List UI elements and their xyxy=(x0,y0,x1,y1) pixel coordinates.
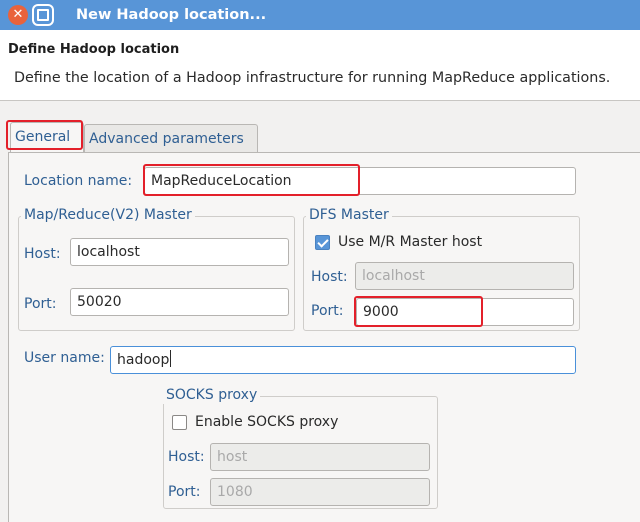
highlight-box-location-name xyxy=(143,164,360,196)
socks-proxy-title: SOCKS proxy xyxy=(163,386,261,404)
dfs-host-input[interactable]: localhost xyxy=(355,262,574,290)
socks-port-input[interactable]: 1080 xyxy=(210,478,430,506)
use-mr-host-label[interactable]: Use M/R Master host xyxy=(338,233,482,251)
page-description: Define the location of a Hadoop infrastr… xyxy=(14,70,611,86)
tab-advanced-label: Advanced parameters xyxy=(89,131,244,147)
close-icon[interactable]: ✕ xyxy=(8,5,28,25)
minimize-icon[interactable] xyxy=(34,6,52,24)
page-title: Define Hadoop location xyxy=(8,42,180,57)
mr-host-label: Host: xyxy=(24,246,61,262)
user-name-label: User name: xyxy=(24,350,105,366)
mr-host-input[interactable]: localhost xyxy=(70,238,289,266)
socks-host-input[interactable]: host xyxy=(210,443,430,471)
user-name-value: hadoop xyxy=(117,352,170,368)
location-name-label: Location name: xyxy=(24,173,133,189)
text-caret xyxy=(170,350,172,367)
dfs-port-label: Port: xyxy=(311,303,344,319)
enable-socks-checkbox[interactable] xyxy=(172,415,187,430)
dialog-header xyxy=(0,30,640,100)
highlight-box-general-tab xyxy=(6,120,83,150)
use-mr-host-checkbox[interactable] xyxy=(315,235,330,250)
socks-host-label: Host: xyxy=(168,449,205,465)
enable-socks-label[interactable]: Enable SOCKS proxy xyxy=(195,413,338,431)
dfs-master-title: DFS Master xyxy=(306,206,392,224)
highlight-box-dfs-port xyxy=(354,296,483,327)
socks-port-label: Port: xyxy=(168,484,201,500)
tab-advanced-parameters[interactable]: Advanced parameters xyxy=(84,124,258,152)
header-divider xyxy=(0,100,640,101)
user-name-input[interactable]: hadoop xyxy=(110,346,576,374)
dfs-host-label: Host: xyxy=(311,269,348,285)
mr-port-input[interactable]: 50020 xyxy=(70,288,289,316)
window-title: New Hadoop location... xyxy=(76,7,267,23)
mr-master-title: Map/Reduce(V2) Master xyxy=(21,206,195,224)
mr-port-label: Port: xyxy=(24,296,57,312)
